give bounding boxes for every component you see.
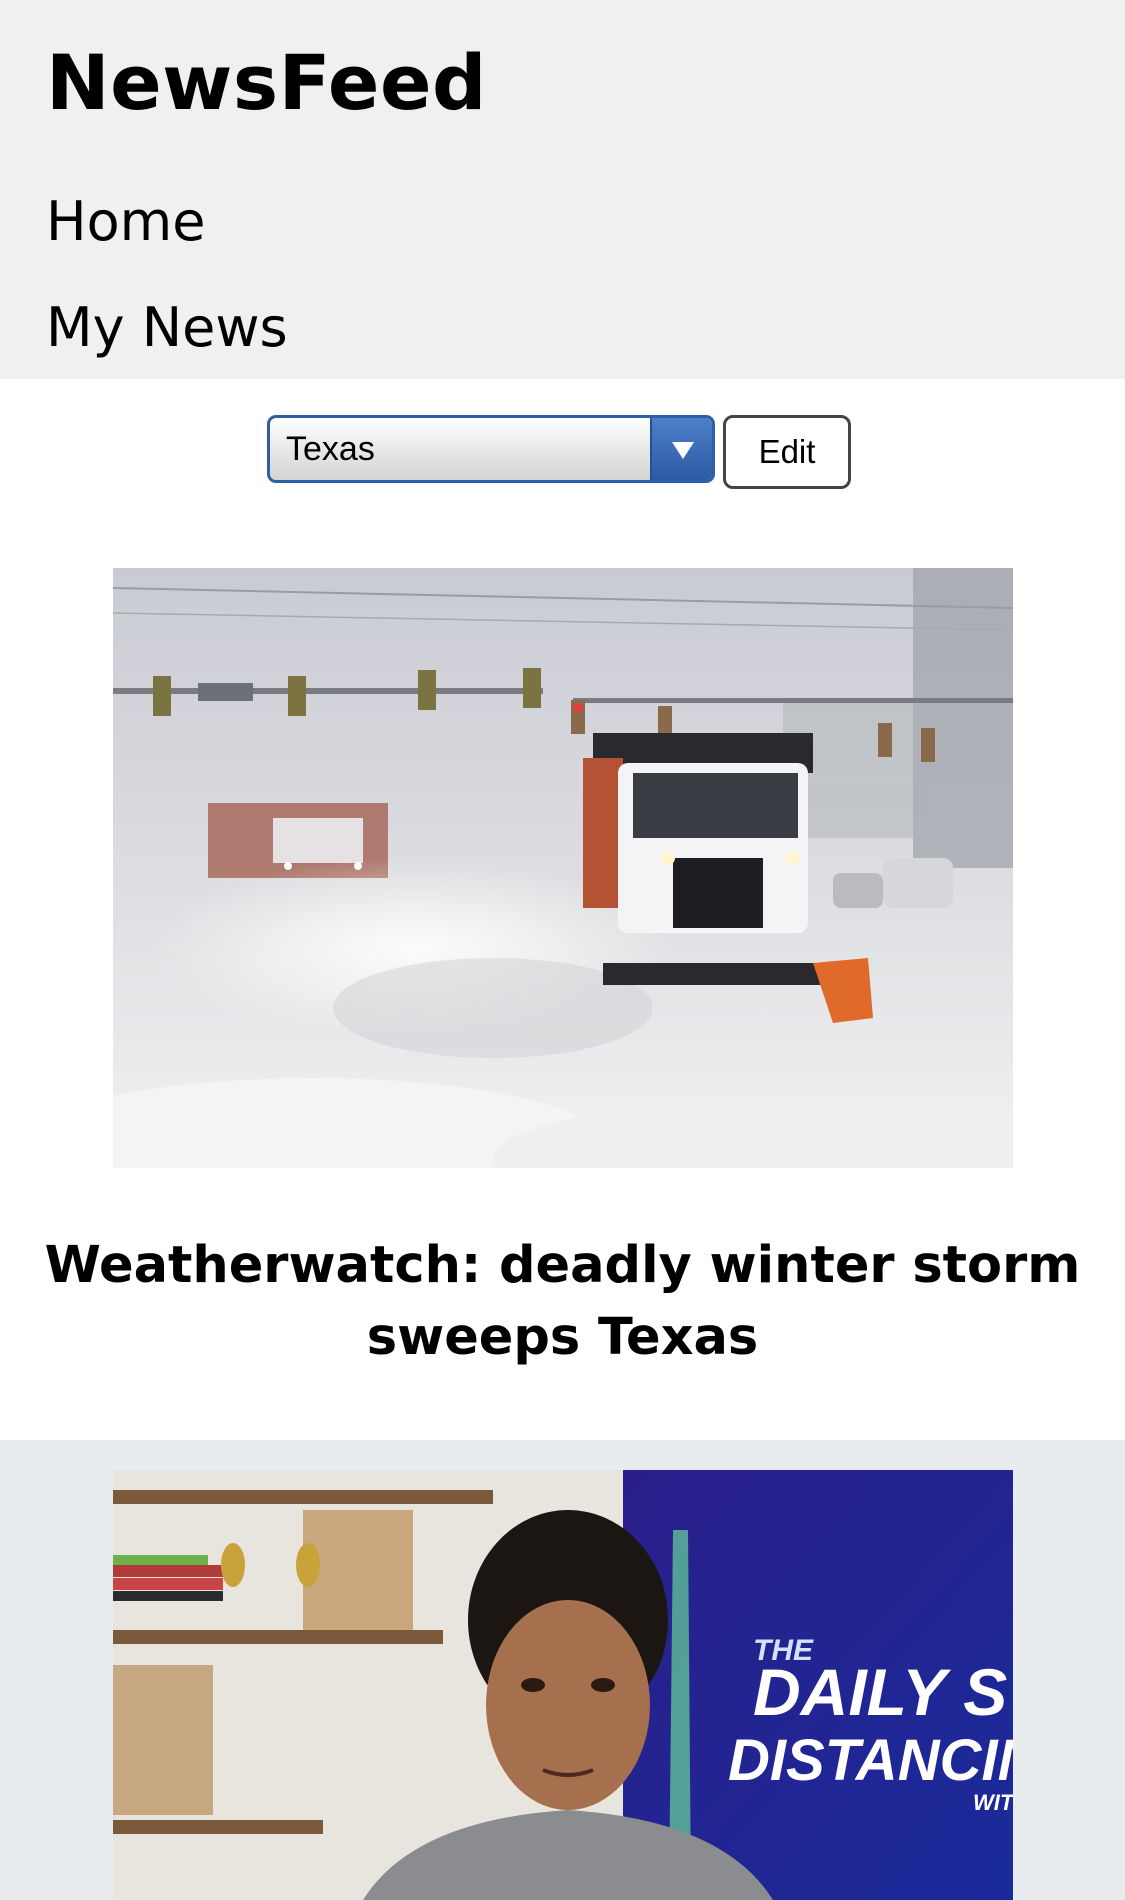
edit-button[interactable]: Edit <box>723 415 851 489</box>
site-header: NewsFeed Home My News <box>0 0 1125 379</box>
screen-text-with: WIT <box>973 1790 1013 1815</box>
nav-link-home[interactable]: Home <box>46 190 205 253</box>
app-title: NewsFeed <box>46 38 487 127</box>
article-card[interactable]: THE DAILY S DISTANCIN WIT <box>0 1440 1125 1900</box>
article-card[interactable]: Weatherwatch: deadly winter storm sweeps… <box>0 540 1125 1440</box>
region-select[interactable]: Texas <box>267 415 715 483</box>
article-image-daily-social-distancing[interactable]: THE DAILY S DISTANCIN WIT <box>113 1470 1013 1900</box>
chevron-down-icon[interactable] <box>650 418 712 480</box>
daily-show-photo: THE DAILY S DISTANCIN WIT <box>113 1470 1013 1900</box>
article-headline[interactable]: Weatherwatch: deadly winter storm sweeps… <box>0 1230 1125 1374</box>
article-image-snowplow[interactable] <box>113 568 1013 1168</box>
region-select-value: Texas <box>286 430 375 468</box>
screen-text-daily: DAILY S <box>753 1655 1007 1729</box>
snowplow-photo <box>113 568 1013 1168</box>
screen-text-distancing: DISTANCIN <box>728 1728 1013 1793</box>
nav-link-my-news[interactable]: My News <box>46 296 288 359</box>
